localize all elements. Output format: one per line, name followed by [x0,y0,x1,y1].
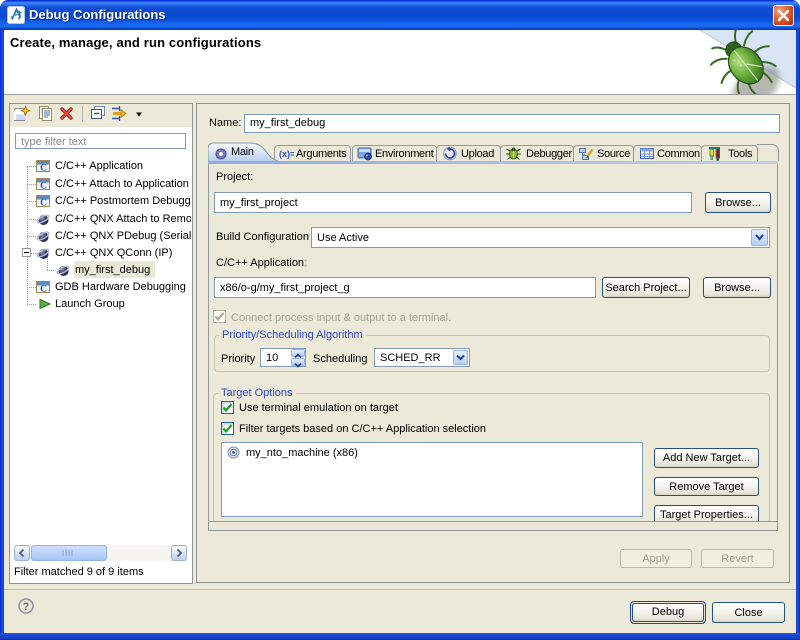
svg-text:C: C [40,199,47,209]
svg-text:C: C [40,182,47,192]
svg-text:C: C [40,164,47,174]
svg-text:?: ? [23,601,30,613]
svg-text:C: C [40,285,47,295]
svg-text:(x)=: (x)= [279,149,294,159]
